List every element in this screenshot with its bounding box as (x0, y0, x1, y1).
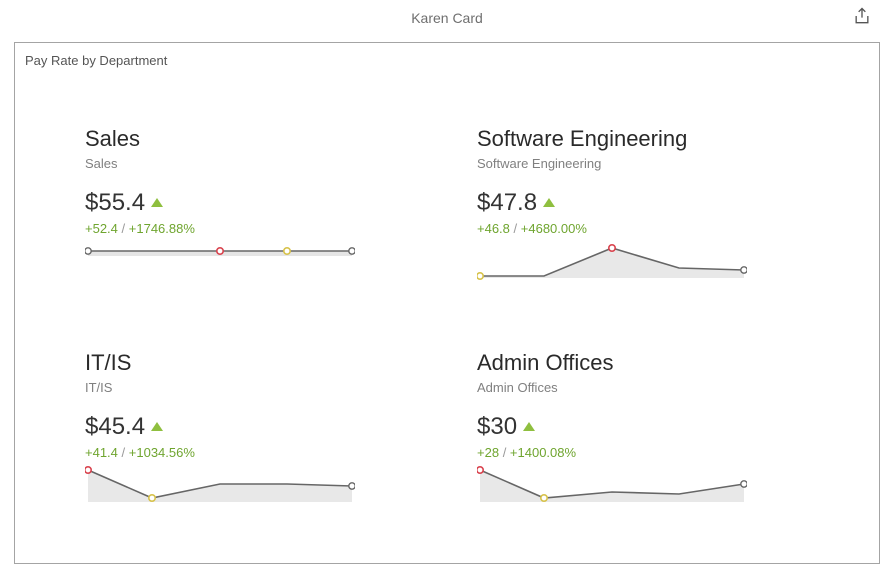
sparkline-sales (85, 242, 355, 280)
kpi-delta-abs: +52.4 (85, 221, 118, 236)
kpi-it-is[interactable]: IT/IS IT/IS $45.4 +41.4 / +1034.56% (85, 350, 417, 504)
kpi-delta-abs: +41.4 (85, 445, 118, 460)
kpi-sales[interactable]: Sales Sales $55.4 +52.4 / +1746.88% (85, 126, 417, 280)
sparkline-software-engineering (477, 242, 747, 280)
kpi-value-row: $55.4 (85, 189, 417, 217)
kpi-delta-sep: / (514, 221, 521, 236)
kpi-delta-sep: / (122, 221, 129, 236)
kpi-change: +41.4 / +1034.56% (85, 445, 417, 460)
kpi-subtitle: IT/IS (85, 380, 417, 395)
kpi-software-engineering[interactable]: Software Engineering Software Engineerin… (477, 126, 809, 280)
trend-up-icon (151, 198, 163, 207)
kpi-delta-pct: +1034.56% (129, 445, 195, 460)
kpi-value-row: $45.4 (85, 413, 417, 441)
kpi-subtitle: Sales (85, 156, 417, 171)
kpi-delta-pct: +1746.88% (129, 221, 195, 236)
share-button[interactable] (852, 6, 874, 28)
kpi-value: $47.8 (477, 189, 537, 217)
kpi-delta-abs: +46.8 (477, 221, 510, 236)
page-header: Karen Card (0, 0, 894, 36)
kpi-subtitle: Admin Offices (477, 380, 809, 395)
kpi-card: Pay Rate by Department Sales Sales $55.4… (14, 42, 880, 564)
kpi-change: +52.4 / +1746.88% (85, 221, 417, 236)
sparkline-admin-offices (477, 466, 747, 504)
kpi-value: $30 (477, 413, 517, 441)
kpi-title: Admin Offices (477, 350, 809, 376)
kpi-delta-pct: +1400.08% (510, 445, 576, 460)
trend-up-icon (151, 422, 163, 431)
kpi-delta-abs: +28 (477, 445, 499, 460)
kpi-admin-offices[interactable]: Admin Offices Admin Offices $30 +28 / +1… (477, 350, 809, 504)
share-icon (852, 6, 872, 26)
trend-up-icon (543, 198, 555, 207)
kpi-change: +46.8 / +4680.00% (477, 221, 809, 236)
page-title: Karen Card (411, 10, 483, 26)
kpi-title: Sales (85, 126, 417, 152)
kpi-value: $45.4 (85, 413, 145, 441)
kpi-title: Software Engineering (477, 126, 809, 152)
kpi-change: +28 / +1400.08% (477, 445, 809, 460)
kpi-delta-sep: / (503, 445, 510, 460)
kpi-title: IT/IS (85, 350, 417, 376)
kpi-delta-sep: / (122, 445, 129, 460)
kpi-value-row: $30 (477, 413, 809, 441)
card-title: Pay Rate by Department (15, 49, 879, 76)
kpi-grid: Sales Sales $55.4 +52.4 / +1746.88% (15, 76, 879, 504)
kpi-subtitle: Software Engineering (477, 156, 809, 171)
trend-up-icon (523, 422, 535, 431)
kpi-delta-pct: +4680.00% (521, 221, 587, 236)
sparkline-it-is (85, 466, 355, 504)
kpi-value: $55.4 (85, 189, 145, 217)
kpi-value-row: $47.8 (477, 189, 809, 217)
